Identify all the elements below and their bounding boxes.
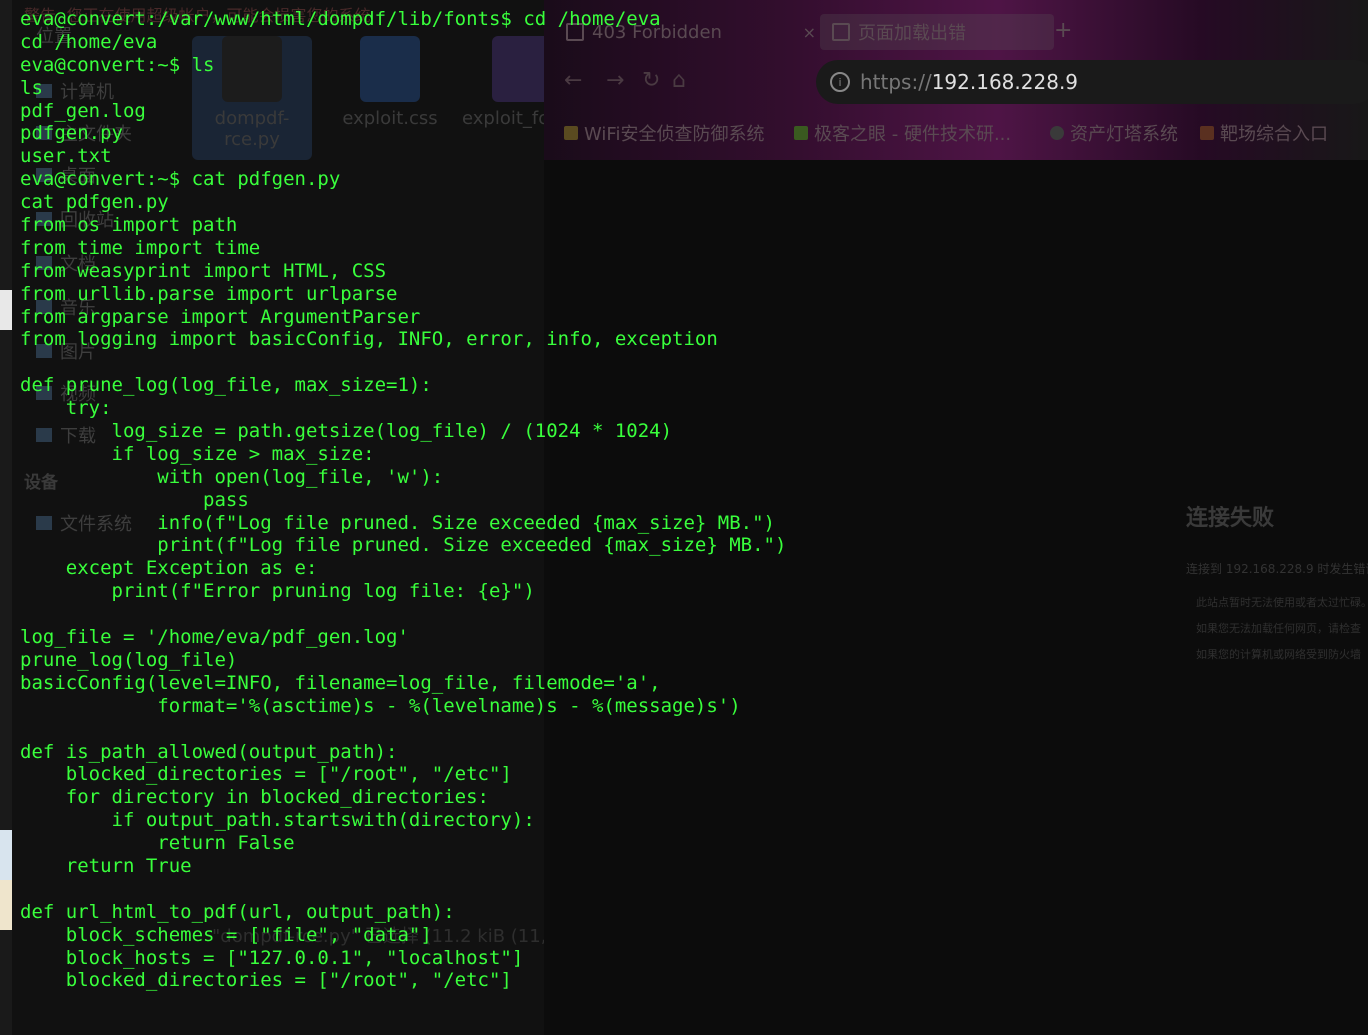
error-hint: 此站点暂时无法使用或者太过忙碌。 bbox=[1196, 596, 1368, 609]
terminal-line: from os import path bbox=[20, 214, 238, 237]
terminal-line: print(f"Log file pruned. Size exceeded {… bbox=[20, 534, 787, 557]
new-tab-button[interactable]: + bbox=[1054, 18, 1072, 43]
bookmark-icon bbox=[1200, 126, 1214, 140]
terminal-line: log_size = path.getsize(log_file) / (102… bbox=[20, 420, 673, 443]
terminal-line: eva@convert:/var/www/html/dompdf/lib/fon… bbox=[20, 8, 661, 30]
terminal-output[interactable]: eva@convert:/var/www/html/dompdf/lib/fon… bbox=[20, 8, 786, 992]
error-hint: 如果您的计算机或网络受到防火墙 bbox=[1196, 648, 1361, 661]
site-info-icon[interactable]: i bbox=[830, 72, 850, 92]
terminal-line: cd /home/eva bbox=[20, 30, 158, 53]
terminal-line: def url_html_to_pdf(url, output_path): bbox=[20, 900, 455, 923]
terminal-line: except Exception as e: bbox=[20, 557, 318, 580]
tab-title: 页面加载出错 bbox=[858, 23, 966, 44]
terminal-line: from urllib.parse import urlparse bbox=[20, 282, 398, 305]
terminal-line: basicConfig(level=INFO, filename=log_fil… bbox=[20, 671, 661, 694]
terminal-line: from argparse import ArgumentParser bbox=[20, 305, 421, 328]
terminal-line: pdf_gen.log bbox=[20, 99, 146, 122]
terminal-line: pdfgen.py bbox=[20, 122, 123, 145]
bookmark-icon bbox=[794, 126, 808, 140]
terminal-line: print(f"Error pruning log file: {e}") bbox=[20, 580, 535, 603]
bookmark-item[interactable]: 极客之眼 - 硬件技术研... bbox=[794, 120, 1011, 146]
tab-page-load-error[interactable]: 页面加载出错 bbox=[820, 14, 1054, 50]
info-icon bbox=[832, 23, 850, 41]
terminal-line: pass bbox=[20, 488, 249, 511]
terminal-line: info(f"Log file pruned. Size exceeded {m… bbox=[20, 511, 775, 534]
desktop-edge-segment bbox=[0, 880, 12, 930]
url-host: 192.168.228.9 bbox=[931, 70, 1079, 94]
terminal-line: eva@convert:~$ cat pdfgen.py bbox=[20, 168, 341, 191]
terminal-line: from time import time bbox=[20, 236, 261, 259]
bookmark-label: 资产灯塔系统 bbox=[1070, 124, 1178, 145]
error-message: 连接到 192.168.228.9 时发生错误。 bbox=[1186, 562, 1368, 576]
terminal-line: block_schemes = ["file", "data"] bbox=[20, 923, 432, 946]
bookmark-label: 靶场综合入口 bbox=[1220, 124, 1328, 145]
terminal-line: if log_size > max_size: bbox=[20, 442, 375, 465]
desktop-edge-segment bbox=[0, 830, 12, 880]
terminal-line: try: bbox=[20, 397, 112, 420]
close-icon[interactable]: × bbox=[803, 23, 816, 42]
terminal-line: def prune_log(log_file, max_size=1): bbox=[20, 374, 432, 397]
terminal-line: blocked_directories = ["/root", "/etc"] bbox=[20, 763, 512, 786]
terminal-line: with open(log_file, 'w'): bbox=[20, 465, 444, 488]
bookmark-label: 极客之眼 - 硬件技术研... bbox=[814, 124, 1012, 145]
error-hint: 如果您无法加载任何网页，请检查 bbox=[1196, 622, 1361, 635]
error-title: 连接失败 bbox=[1186, 506, 1275, 531]
terminal-line: log_file = '/home/eva/pdf_gen.log' bbox=[20, 626, 409, 649]
terminal-line: block_hosts = ["127.0.0.1", "localhost"] bbox=[20, 946, 524, 969]
bookmark-item[interactable]: 靶场综合入口 bbox=[1200, 120, 1328, 146]
terminal-line: from weasyprint import HTML, CSS bbox=[20, 259, 387, 282]
terminal-line: return False bbox=[20, 832, 295, 855]
terminal-line: prune_log(log_file) bbox=[20, 648, 238, 671]
terminal-line: user.txt bbox=[20, 145, 112, 168]
terminal-line: format='%(asctime)s - %(levelname)s - %(… bbox=[20, 694, 741, 717]
terminal-line: return True bbox=[20, 854, 192, 877]
terminal-line: blocked_directories = ["/root", "/etc"] bbox=[20, 969, 512, 992]
url-protocol: https:// bbox=[860, 70, 932, 94]
terminal-line: for directory in blocked_directories: bbox=[20, 786, 489, 809]
desktop-edge-segment bbox=[0, 290, 12, 330]
terminal-line: if output_path.startswith(directory): bbox=[20, 809, 535, 832]
terminal-line: from logging import basicConfig, INFO, e… bbox=[20, 328, 718, 351]
desktop-edge bbox=[0, 0, 12, 1035]
globe-icon bbox=[1050, 126, 1064, 140]
terminal-line: eva@convert:~$ ls bbox=[20, 53, 215, 76]
terminal-line: cat pdfgen.py bbox=[20, 191, 169, 214]
terminal-line: def is_path_allowed(output_path): bbox=[20, 740, 398, 763]
bookmark-item[interactable]: 资产灯塔系统 bbox=[1050, 120, 1178, 146]
terminal-line: ls bbox=[20, 76, 43, 99]
address-bar[interactable]: i https:// 192.168.228.9 bbox=[816, 60, 1368, 104]
